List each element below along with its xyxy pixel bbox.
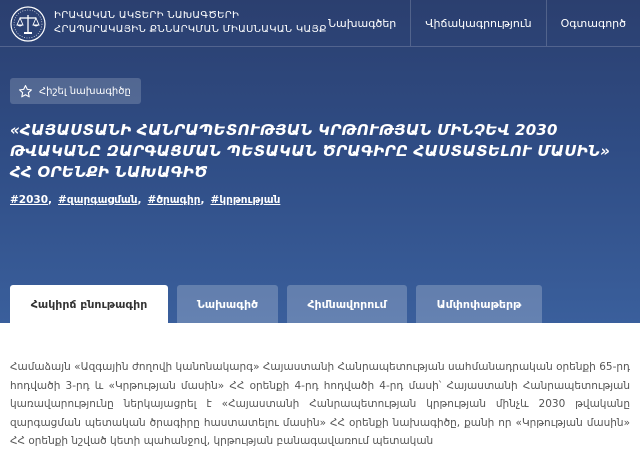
scales-of-justice-logo-icon[interactable] xyxy=(10,6,46,42)
nav-projects[interactable]: Նախագծեր xyxy=(314,0,410,46)
top-bar: ԻՐԱՎԱԿԱՆ ԱԿՏԵՐԻ ՆԱԽԱԳԾԵՐԻ ՀՐԱՊԱՐԱԿԱՅԻՆ Ք… xyxy=(0,0,640,48)
tag-list: #2030, #զարգացման, #ծրագիր, #կրթության xyxy=(10,194,280,206)
tag-separator: , xyxy=(137,194,142,206)
page-title: «ՀԱՅԱՍՏԱՆԻ ՀԱՆՐԱՊԵՏՈՒԹՅԱՆ ԿՐԹՈՒԹՅԱՆ ՄԻՆՉ… xyxy=(10,121,611,181)
tab-summary[interactable]: Հակիրճ բնութագիր xyxy=(10,285,168,323)
tab-summary-sheet[interactable]: Ամփոփաթերթ xyxy=(416,285,542,323)
tag-link[interactable]: #զարգացման xyxy=(58,194,138,206)
main-nav: Նախագծեր Վիճակագրություն Օգտագործ xyxy=(314,0,640,46)
tag-separator: , xyxy=(48,194,53,206)
hero-banner: ԻՐԱՎԱԿԱՆ ԱԿՏԵՐԻ ՆԱԽԱԳԾԵՐԻ ՀՐԱՊԱՐԱԿԱՅԻՆ Ք… xyxy=(0,0,640,323)
tab-bar: Հակիրճ բնութագիր Նախագիծ Հիմնավորում Ամփ… xyxy=(10,285,542,323)
nav-statistics[interactable]: Վիճակագրություն xyxy=(410,0,545,46)
tag-separator: , xyxy=(200,194,205,206)
brand-line-2: ՀՐԱՊԱՐԱԿԱՅԻՆ ՔՆՆԱՐԿՄԱՆ ՄԻԱՍՆԱԿԱՆ ԿԱՅՔ xyxy=(54,24,327,35)
bookmark-label: Հիշել նախագիծը xyxy=(39,85,131,97)
tab-draft[interactable]: Նախագիծ xyxy=(177,285,278,323)
tag-link[interactable]: #կրթության xyxy=(211,194,281,206)
tag-link[interactable]: #2030 xyxy=(10,194,48,206)
star-icon xyxy=(19,84,32,97)
summary-text: Համաձայն «Ազգային ժողովի կանոնակարգ» Հայ… xyxy=(10,361,630,447)
nav-user[interactable]: Օգտագործ xyxy=(545,0,640,46)
tab-justification[interactable]: Հիմնավորում xyxy=(287,285,407,323)
header-divider xyxy=(0,46,640,47)
brand-line-1: ԻՐԱՎԱԿԱՆ ԱԿՏԵՐԻ ՆԱԽԱԳԾԵՐԻ xyxy=(54,10,240,21)
bookmark-button[interactable]: Հիշել նախագիծը xyxy=(10,78,141,104)
tag-link[interactable]: #ծրագիր xyxy=(148,194,201,206)
site-brand[interactable]: ԻՐԱՎԱԿԱՆ ԱԿՏԵՐԻ ՆԱԽԱԳԾԵՐԻ ՀՐԱՊԱՐԱԿԱՅԻՆ Ք… xyxy=(54,9,327,37)
